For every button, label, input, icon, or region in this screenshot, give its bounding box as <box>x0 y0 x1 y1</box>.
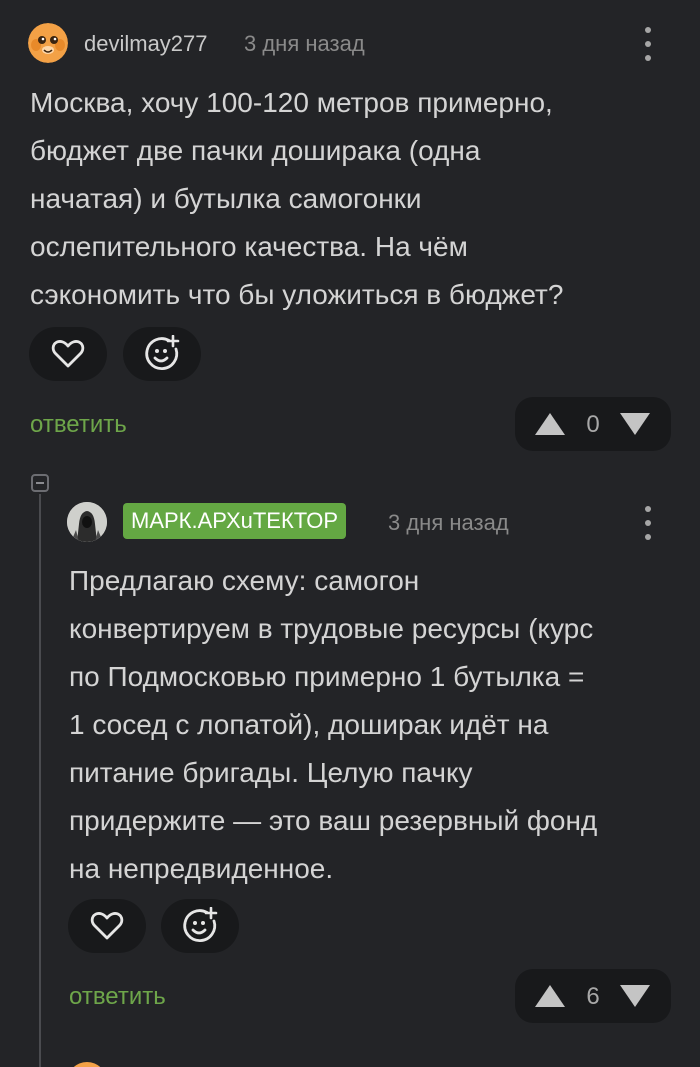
timestamp: 3 дня назад <box>244 31 365 56</box>
rating-value: 6 <box>586 983 600 1010</box>
rating-box: 0 <box>515 397 671 451</box>
heart-icon <box>51 340 85 368</box>
timestamp: 3 дня назад <box>388 510 509 535</box>
heart-icon <box>90 912 124 940</box>
reply-link[interactable]: ответить <box>69 983 166 1011</box>
arrow-down-icon[interactable] <box>618 983 652 1009</box>
kebab-menu-icon[interactable] <box>638 27 658 61</box>
add-reaction-button[interactable] <box>123 327 201 381</box>
like-button[interactable] <box>68 899 146 953</box>
emoji-add-icon <box>145 335 180 371</box>
arrow-up-icon[interactable] <box>533 411 567 437</box>
collapse-icon[interactable] <box>31 474 49 492</box>
rating-value: 0 <box>586 411 600 438</box>
add-reaction-button[interactable] <box>161 899 239 953</box>
kebab-menu-icon[interactable] <box>638 506 658 540</box>
emoji-add-icon <box>183 907 218 943</box>
username[interactable]: devilmay277 <box>84 31 208 57</box>
thread-line <box>39 494 41 1067</box>
comment-text: Москва, хочу 100-120 метров примерно, бю… <box>30 87 564 310</box>
rating-box: 6 <box>515 969 671 1023</box>
avatar-face-icon <box>28 23 68 63</box>
reply-link[interactable]: ответить <box>30 411 127 439</box>
author-badge[interactable]: МАРК.АРХuТЕКТОР <box>123 503 347 539</box>
avatar[interactable] <box>28 23 68 63</box>
avatar[interactable] <box>67 502 107 542</box>
next-comment-avatar[interactable] <box>67 1062 107 1067</box>
arrow-down-icon[interactable] <box>618 411 652 437</box>
like-button[interactable] <box>29 327 107 381</box>
comment-text: Предлагаю схему: самогон конвертируем в … <box>69 565 598 884</box>
avatar-hooded-figure-icon <box>67 502 107 542</box>
arrow-up-icon[interactable] <box>533 983 567 1009</box>
